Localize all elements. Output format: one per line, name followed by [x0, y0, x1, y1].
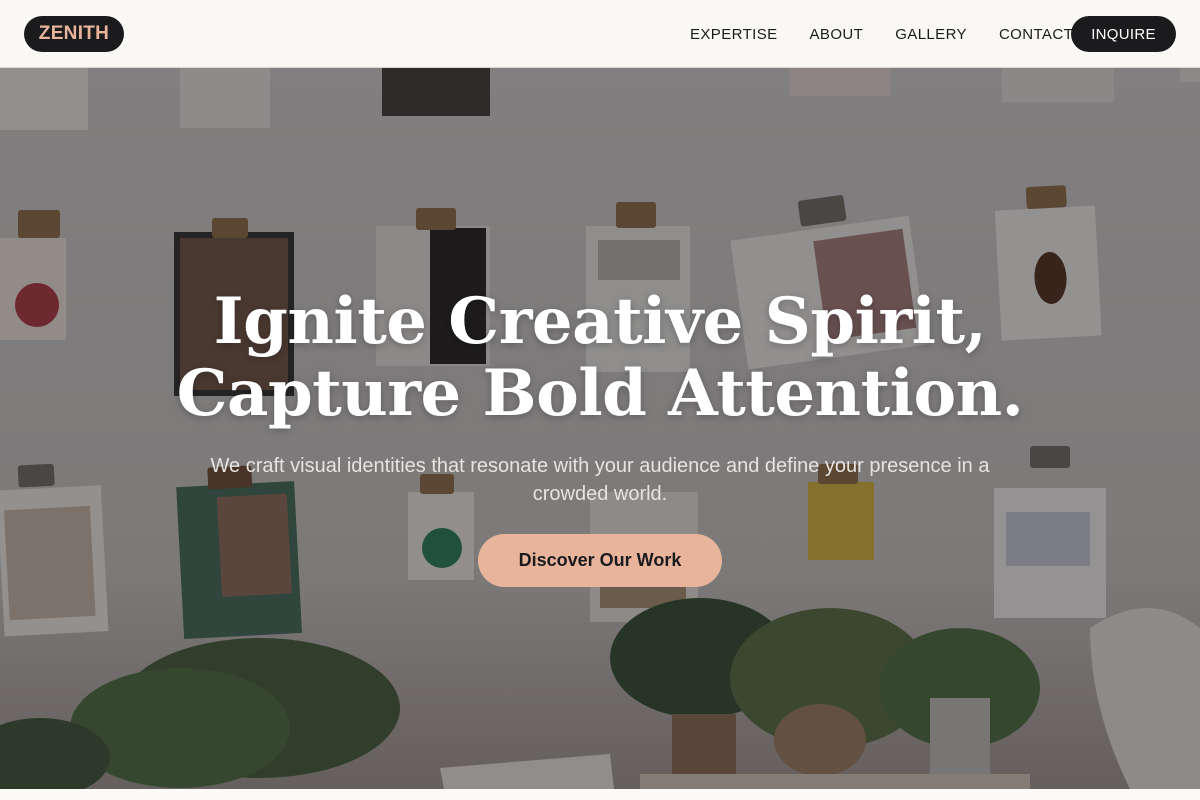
inquire-button[interactable]: INQUIRE [1071, 16, 1176, 52]
hero-headline-line-1: Ignite Creative Spirit, [213, 284, 987, 359]
nav-link-contact[interactable]: CONTACT [999, 26, 1073, 43]
discover-our-work-button[interactable]: Discover Our Work [478, 534, 722, 587]
page-bottom-strip [0, 789, 1200, 800]
hero-headline-line-2: Capture Bold Attention. [176, 356, 1024, 431]
nav-link-about[interactable]: ABOUT [810, 26, 864, 43]
top-navbar: ZENITH EXPERTISE ABOUT GALLERY CONTACT I… [0, 0, 1200, 68]
hero-headline: Ignite Creative Spirit, Capture Bold Att… [0, 286, 1200, 430]
brand-logo[interactable]: ZENITH [24, 16, 124, 52]
nav-links: EXPERTISE ABOUT GALLERY CONTACT [690, 0, 1105, 68]
nav-link-gallery[interactable]: GALLERY [895, 26, 967, 43]
nav-link-expertise[interactable]: EXPERTISE [690, 26, 778, 43]
hero-subtitle: We craft visual identities that resonate… [210, 455, 990, 505]
hero-section: Ignite Creative Spirit, Capture Bold Att… [0, 68, 1200, 789]
